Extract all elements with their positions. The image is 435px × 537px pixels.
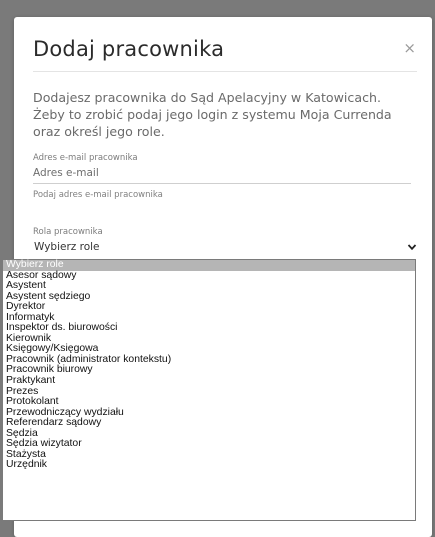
email-help-text: Podaj adres e-mail pracownika xyxy=(33,190,163,200)
role-option[interactable]: Dyrektor xyxy=(3,302,415,313)
dialog-title: Dodaj pracownika xyxy=(33,37,225,61)
role-option[interactable]: Wybierz role xyxy=(3,259,415,271)
dialog-header: Dodaj pracownika × xyxy=(33,37,420,61)
email-input[interactable] xyxy=(33,163,411,184)
role-select[interactable]: Wybierz role xyxy=(33,239,417,257)
role-option[interactable]: Prezes xyxy=(3,386,415,398)
role-select-value: Wybierz role xyxy=(34,241,100,253)
role-dropdown-list: Wybierz role Asesor sądowy Asystent Asysten… xyxy=(2,259,416,521)
role-option[interactable]: Asesor sądowy xyxy=(3,270,415,282)
intro-text: Dodajesz pracownika do Sąd Apelacyjny w … xyxy=(33,90,392,139)
role-option[interactable]: Urzędnik xyxy=(3,460,415,471)
chevron-down-icon xyxy=(407,244,417,251)
role-option[interactable]: Inspektor ds. biurowości xyxy=(3,323,415,334)
role-option[interactable]: Sędzia wizytator xyxy=(3,439,415,450)
role-label: Rola pracownika xyxy=(33,227,103,237)
email-label: Adres e-mail pracownika xyxy=(33,153,138,163)
role-option[interactable]: Pracownik biurowy xyxy=(3,365,415,376)
role-option[interactable]: Referendarz sądowy xyxy=(3,418,415,429)
role-option[interactable]: Stażysta xyxy=(3,449,415,461)
header-divider xyxy=(33,71,417,72)
role-option[interactable]: Asystent sędziego xyxy=(3,291,415,303)
close-icon[interactable]: × xyxy=(403,41,416,56)
role-option[interactable]: Praktykant xyxy=(3,375,415,387)
